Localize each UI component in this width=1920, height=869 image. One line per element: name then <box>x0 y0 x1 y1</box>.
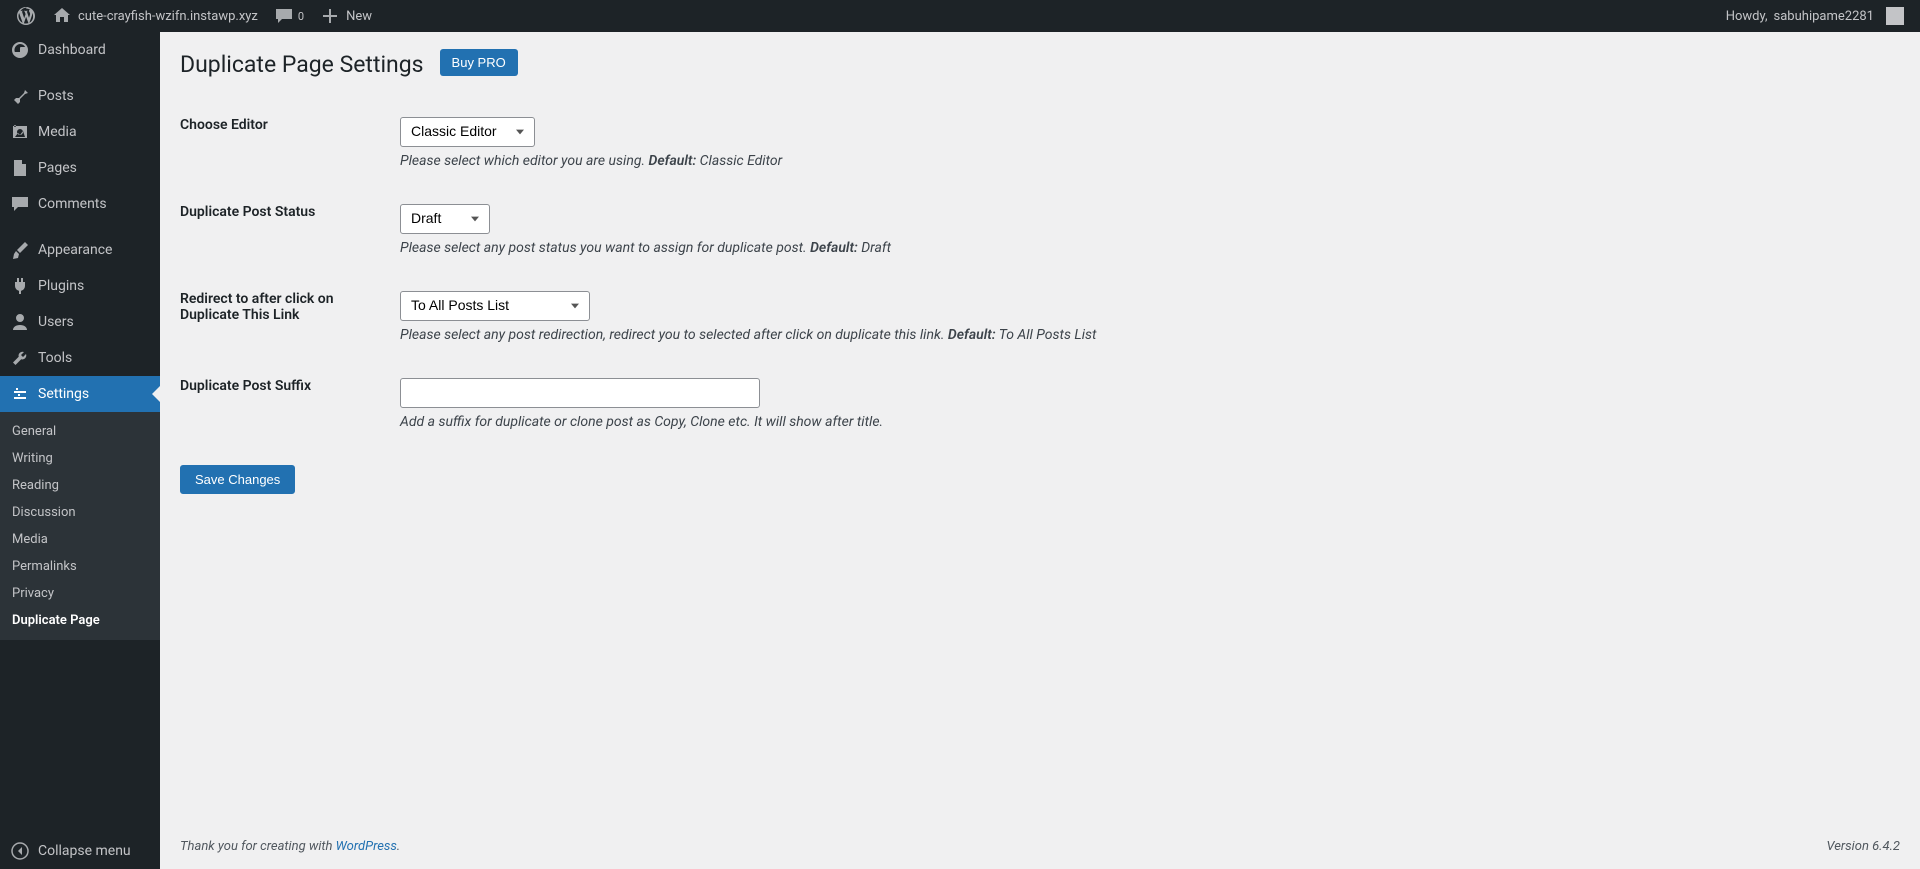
new-label: New <box>346 9 372 24</box>
field-label-suffix: Duplicate Post Suffix <box>180 363 400 450</box>
footer-thanks: Thank you for creating with WordPress. <box>180 839 400 854</box>
comment-count: 0 <box>298 10 304 23</box>
sidebar-item-plugins[interactable]: Plugins <box>0 268 160 304</box>
admin-footer: Thank you for creating with WordPress. V… <box>180 824 1900 869</box>
avatar <box>1886 7 1904 25</box>
suffix-input[interactable] <box>400 378 760 408</box>
sidebar-item-label: Pages <box>38 160 77 176</box>
my-account-menu[interactable]: Howdy, sabuhipame2281 <box>1718 0 1912 32</box>
plus-icon <box>320 6 340 26</box>
sidebar-item-label: Posts <box>38 88 74 104</box>
sidebar-item-users[interactable]: Users <box>0 304 160 340</box>
submenu-duplicate-page[interactable]: Duplicate Page <box>0 607 160 634</box>
wordpress-icon <box>16 6 36 26</box>
admin-bar: cute-crayfish-wzifn.instawp.xyz 0 New Ho… <box>0 0 1920 32</box>
sidebar-item-label: Users <box>38 314 74 330</box>
site-name-menu[interactable]: cute-crayfish-wzifn.instawp.xyz <box>44 0 266 32</box>
pin-icon <box>10 86 30 106</box>
sidebar-item-settings[interactable]: Settings <box>0 376 160 412</box>
sidebar-item-pages[interactable]: Pages <box>0 150 160 186</box>
collapse-menu[interactable]: Collapse menu <box>0 833 160 869</box>
editor-description: Please select which editor you are using… <box>400 153 1890 169</box>
page-title: Duplicate Page Settings <box>180 42 424 82</box>
submenu-discussion[interactable]: Discussion <box>0 499 160 526</box>
status-select[interactable]: Draft <box>400 204 490 234</box>
brush-icon <box>10 240 30 260</box>
submenu-reading[interactable]: Reading <box>0 472 160 499</box>
page-icon <box>10 158 30 178</box>
sidebar-item-appearance[interactable]: Appearance <box>0 232 160 268</box>
dashboard-icon <box>10 40 30 60</box>
redirect-description: Please select any post redirection, redi… <box>400 327 1890 343</box>
submenu-general[interactable]: General <box>0 418 160 445</box>
wrench-icon <box>10 348 30 368</box>
suffix-description: Add a suffix for duplicate or clone post… <box>400 414 1890 430</box>
settings-submenu: General Writing Reading Discussion Media… <box>0 412 160 640</box>
sidebar-item-label: Tools <box>38 350 72 366</box>
new-content-menu[interactable]: New <box>312 0 380 32</box>
user-icon <box>10 312 30 332</box>
site-name-text: cute-crayfish-wzifn.instawp.xyz <box>78 9 258 24</box>
wp-logo-menu[interactable] <box>8 0 44 32</box>
home-icon <box>52 6 72 26</box>
sidebar-item-dashboard[interactable]: Dashboard <box>0 32 160 68</box>
comment-icon <box>10 194 30 214</box>
submenu-media[interactable]: Media <box>0 526 160 553</box>
sidebar-item-label: Media <box>38 124 77 140</box>
sidebar-item-label: Dashboard <box>38 42 106 58</box>
admin-sidebar: Dashboard Posts Media Pages Comments App… <box>0 32 160 869</box>
field-label-redirect: Redirect to after click on Duplicate Thi… <box>180 276 400 363</box>
submenu-permalinks[interactable]: Permalinks <box>0 553 160 580</box>
redirect-select[interactable]: To All Posts List <box>400 291 590 321</box>
comment-icon <box>274 6 294 26</box>
main-content: Duplicate Page Settings Buy PRO Choose E… <box>160 32 1920 869</box>
save-changes-button[interactable]: Save Changes <box>180 465 295 494</box>
collapse-label: Collapse menu <box>38 843 131 859</box>
sidebar-item-comments[interactable]: Comments <box>0 186 160 222</box>
buy-pro-button[interactable]: Buy PRO <box>440 49 518 76</box>
sidebar-item-label: Comments <box>38 196 107 212</box>
field-label-editor: Choose Editor <box>180 102 400 189</box>
sidebar-item-tools[interactable]: Tools <box>0 340 160 376</box>
sidebar-item-media[interactable]: Media <box>0 114 160 150</box>
howdy-prefix: Howdy, <box>1726 9 1768 24</box>
media-icon <box>10 122 30 142</box>
comments-menu[interactable]: 0 <box>266 0 312 32</box>
settings-icon <box>10 384 30 404</box>
submenu-writing[interactable]: Writing <box>0 445 160 472</box>
field-label-status: Duplicate Post Status <box>180 189 400 276</box>
collapse-icon <box>10 841 30 861</box>
plugin-icon <box>10 276 30 296</box>
sidebar-item-label: Settings <box>38 386 89 402</box>
footer-version: Version 6.4.2 <box>1826 839 1900 854</box>
submenu-privacy[interactable]: Privacy <box>0 580 160 607</box>
sidebar-item-posts[interactable]: Posts <box>0 78 160 114</box>
sidebar-item-label: Plugins <box>38 278 84 294</box>
wordpress-link[interactable]: WordPress <box>336 839 397 854</box>
sidebar-item-label: Appearance <box>38 242 112 258</box>
user-display-name: sabuhipame2281 <box>1774 9 1874 24</box>
status-description: Please select any post status you want t… <box>400 240 1890 256</box>
editor-select[interactable]: Classic Editor <box>400 117 535 147</box>
